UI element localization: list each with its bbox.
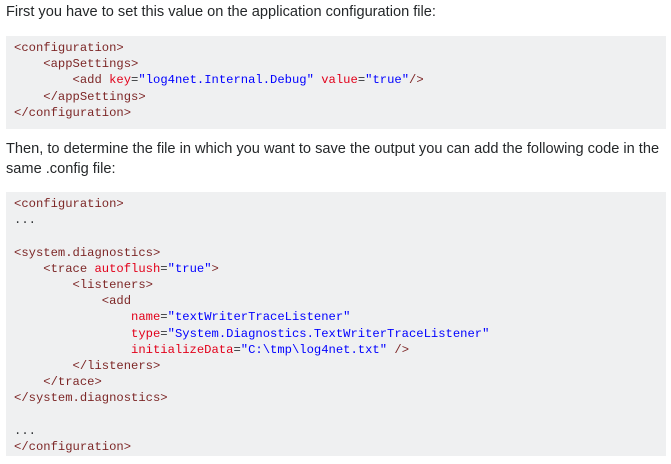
xml-tag: <system.diagnostics>	[14, 245, 161, 260]
xml-tag: </appSettings>	[43, 89, 146, 104]
xml-string: "C:\tmp\log4net.txt"	[240, 342, 388, 357]
code-line: ...	[14, 212, 666, 228]
code-line: <configuration>	[14, 40, 666, 56]
code-text: ...	[14, 423, 36, 438]
xml-string: "true"	[167, 261, 212, 276]
xml-tag: <trace	[43, 261, 95, 276]
code-text: =	[160, 261, 168, 276]
code-line: </system.diagnostics>	[14, 390, 666, 406]
code-block-app-settings[interactable]: <configuration> <appSettings> <add key="…	[6, 36, 666, 129]
code-line: </appSettings>	[14, 89, 666, 105]
xml-tag: </configuration>	[14, 439, 132, 454]
xml-string: "textWriterTraceListener"	[167, 310, 351, 325]
xml-tag: <listeners>	[72, 277, 153, 292]
xml-tag: </listeners>	[72, 358, 161, 373]
xml-tag: <add	[101, 294, 132, 309]
xml-tag: </trace>	[43, 375, 102, 390]
code-line: type="System.Diagnostics.TextWriterTrace…	[14, 326, 666, 342]
xml-tag: <configuration>	[14, 41, 124, 55]
xml-string: "log4net.Internal.Debug"	[138, 73, 314, 88]
xml-tag: />	[394, 342, 410, 357]
xml-tag: >	[211, 261, 219, 276]
code-line: ...	[14, 423, 666, 439]
code-line: name="textWriterTraceListener"	[14, 309, 666, 325]
code-text: =	[160, 310, 168, 325]
code-text: ...	[14, 213, 36, 228]
xml-tag: <add	[72, 73, 110, 88]
code-line: <system.diagnostics>	[14, 245, 666, 261]
code-line: <add	[14, 293, 666, 309]
diagnostics-paragraph: Then, to determine the file in which you…	[6, 141, 660, 177]
xml-tag: <configuration>	[14, 197, 124, 211]
xml-attribute: name	[131, 310, 161, 325]
code-line: </trace>	[14, 374, 666, 390]
code-block-system-diagnostics[interactable]: <configuration>... <system.diagnostics> <…	[6, 192, 666, 456]
code-text: =	[233, 342, 241, 357]
intro-paragraph: First you have to set this value on the …	[6, 4, 436, 20]
code-line: <trace autoflush="true">	[14, 261, 666, 277]
xml-tag: </system.diagnostics>	[14, 391, 168, 406]
code-line: <listeners>	[14, 277, 666, 293]
code-text: =	[160, 326, 168, 341]
xml-attribute: type	[131, 326, 161, 341]
xml-attribute: initializeData	[131, 342, 234, 357]
xml-tag: </configuration>	[14, 105, 132, 120]
xml-attribute: value	[321, 73, 358, 88]
xml-tag: <appSettings>	[43, 57, 139, 72]
xml-attribute: autoflush	[94, 261, 161, 276]
xml-string: "System.Diagnostics.TextWriterTraceListe…	[167, 326, 490, 341]
code-line: </configuration>	[14, 105, 666, 121]
xml-attribute: key	[109, 73, 132, 88]
code-line: </configuration>	[14, 439, 666, 455]
code-line: <configuration>	[14, 196, 666, 212]
code-line: <appSettings>	[14, 56, 666, 72]
code-line: <add key="log4net.Internal.Debug" value=…	[14, 72, 666, 88]
xml-string: "true"	[365, 73, 410, 88]
xml-tag: />	[409, 73, 424, 88]
code-line: initializeData="C:\tmp\log4net.txt" />	[14, 342, 666, 358]
code-line: </listeners>	[14, 358, 666, 374]
